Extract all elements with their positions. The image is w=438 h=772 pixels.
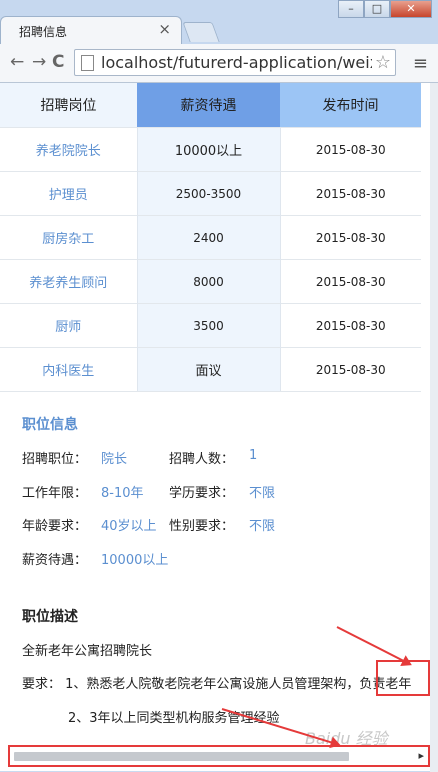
table-header-row: 招聘岗位 薪资待遇 发布时间 xyxy=(0,83,421,128)
job-salary: 2400 xyxy=(137,215,280,260)
page-icon xyxy=(81,55,94,71)
close-window-button[interactable]: ✕ xyxy=(390,0,432,18)
job-position-link[interactable]: 护理员 xyxy=(0,171,138,216)
job-date: 2015-08-30 xyxy=(279,171,421,216)
job-date: 2015-08-30 xyxy=(279,259,421,304)
table-row[interactable]: 养老养生顾问 8000 2015-08-30 xyxy=(0,259,421,304)
table-row[interactable]: 厨师 3500 2015-08-30 xyxy=(0,303,421,348)
browser-toolbar: ← → C localhost/futurerd-application/wei… xyxy=(0,44,438,83)
job-salary: 10000以上 xyxy=(137,127,280,172)
salary-label: 薪资待遇： xyxy=(22,553,88,568)
age-label: 年龄要求： xyxy=(22,519,88,534)
back-arrow-icon[interactable]: ← xyxy=(10,52,24,72)
job-position-link[interactable]: 内科医生 xyxy=(0,347,138,392)
minimize-button[interactable]: – xyxy=(338,0,364,18)
maximize-button[interactable]: □ xyxy=(364,0,390,18)
info-row-years: 工作年限： 8-10年 学历要求： 不限 xyxy=(22,482,422,502)
job-date: 2015-08-30 xyxy=(279,303,421,348)
job-desc-title: 职位描述 xyxy=(22,609,78,625)
table-row[interactable]: 养老院院长 10000以上 2015-08-30 xyxy=(0,127,421,172)
menu-icon[interactable]: ≡ xyxy=(413,53,428,74)
tab-title: 招聘信息 xyxy=(19,25,68,39)
edu-label: 学历要求： xyxy=(169,486,235,501)
desc-requirement-text: 要求： 1、熟悉老人院敬老院老年公寓设施人员管理架构， xyxy=(22,677,360,692)
header-position[interactable]: 招聘岗位 xyxy=(0,83,137,128)
table-row[interactable]: 内科医生 面议 2015-08-30 xyxy=(0,347,421,392)
edu-value: 不限 xyxy=(249,486,276,501)
vertical-scrollbar[interactable] xyxy=(430,83,438,772)
address-bar[interactable]: localhost/futurerd-application/weix ☆ xyxy=(74,49,396,76)
browser-tab[interactable]: 招聘信息 × xyxy=(0,16,182,44)
job-position-link[interactable]: 厨师 xyxy=(0,303,138,348)
count-value: 1 xyxy=(249,448,258,463)
info-row-position: 招聘职位： 院长 招聘人数： 1 xyxy=(22,448,422,468)
tab-strip: 招聘信息 × – □ ✕ xyxy=(0,0,438,44)
desc-line-1: 全新老年公寓招聘院长 xyxy=(22,644,153,659)
reload-icon[interactable]: C xyxy=(52,52,64,72)
scrollbar-thumb[interactable] xyxy=(14,752,349,761)
gender-value: 不限 xyxy=(249,519,276,534)
job-salary: 8000 xyxy=(137,259,280,304)
new-tab-button[interactable] xyxy=(182,22,220,42)
position-label: 招聘职位： xyxy=(22,452,88,467)
header-salary[interactable]: 薪资待遇 xyxy=(137,83,280,128)
job-table: 招聘岗位 薪资待遇 发布时间 养老院院长 10000以上 2015-08-30 … xyxy=(0,83,421,392)
bookmark-star-icon[interactable]: ☆ xyxy=(371,52,391,73)
salary-value: 10000以上 xyxy=(101,553,169,568)
desc-line-2: 要求： 1、熟悉老人院敬老院老年公寓设施人员管理架构，负责老年 xyxy=(22,673,430,692)
years-label: 工作年限： xyxy=(22,486,88,501)
info-row-age: 年龄要求： 40岁以上 性别要求： 不限 xyxy=(22,515,422,535)
job-date: 2015-08-30 xyxy=(279,127,421,172)
window-controls: – □ ✕ xyxy=(338,0,432,20)
scroll-right-arrow-icon[interactable]: ▸ xyxy=(418,749,424,762)
count-label: 招聘人数： xyxy=(169,452,235,467)
age-value: 40岁以上 xyxy=(101,519,157,534)
job-position-link[interactable]: 厨房杂工 xyxy=(0,215,138,260)
table-row[interactable]: 护理员 2500-3500 2015-08-30 xyxy=(0,171,421,216)
job-date: 2015-08-30 xyxy=(279,347,421,392)
forward-arrow-icon[interactable]: → xyxy=(32,52,46,72)
info-row-salary: 薪资待遇： 10000以上 xyxy=(22,549,422,569)
job-position-link[interactable]: 养老院院长 xyxy=(0,127,138,172)
horizontal-scrollbar[interactable]: ▸ xyxy=(8,745,430,767)
job-position-link[interactable]: 养老养生顾问 xyxy=(0,259,138,304)
job-date: 2015-08-30 xyxy=(279,215,421,260)
job-salary: 2500-3500 xyxy=(137,171,280,216)
gender-label: 性别要求： xyxy=(169,519,235,534)
job-salary: 3500 xyxy=(137,303,280,348)
header-date[interactable]: 发布时间 xyxy=(280,83,421,128)
job-salary: 面议 xyxy=(137,347,280,392)
url-text[interactable]: localhost/futurerd-application/weix xyxy=(101,53,379,72)
years-value: 8-10年 xyxy=(101,486,144,501)
tab-close-icon[interactable]: × xyxy=(158,20,171,38)
position-value: 院长 xyxy=(101,452,128,467)
table-row[interactable]: 厨房杂工 2400 2015-08-30 xyxy=(0,215,421,260)
job-info-title: 职位信息 xyxy=(22,417,78,433)
